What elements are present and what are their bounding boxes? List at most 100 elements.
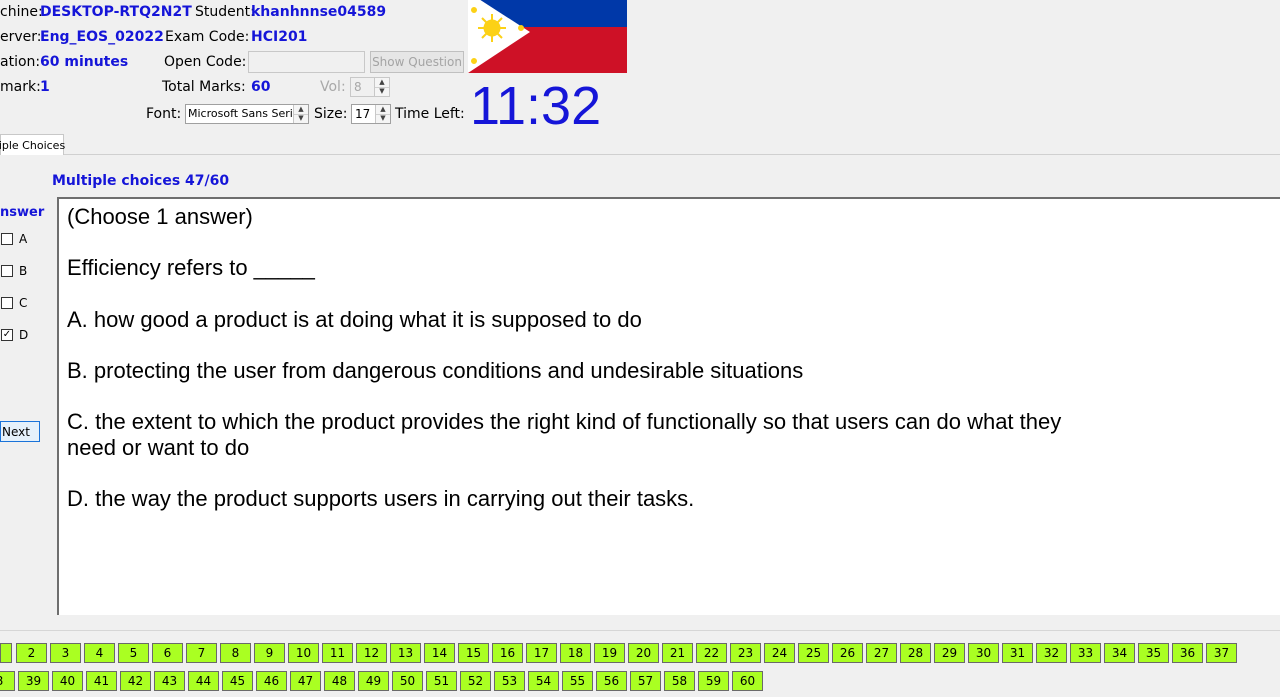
question-nav-button[interactable]: 60: [732, 671, 763, 691]
question-nav-button[interactable]: 45: [222, 671, 253, 691]
option-b-checkbox[interactable]: [1, 265, 13, 277]
question-nav-button[interactable]: 11: [322, 643, 353, 663]
exam-code-label: Exam Code:: [165, 29, 250, 45]
question-nav-button[interactable]: 37: [1206, 643, 1237, 663]
question-nav-button[interactable]: 46: [256, 671, 287, 691]
question-nav-button[interactable]: 20: [628, 643, 659, 663]
question-nav-button[interactable]: 51: [426, 671, 457, 691]
size-spin-buttons[interactable]: ▲ ▼: [375, 105, 390, 123]
question-nav-button[interactable]: 5: [118, 643, 149, 663]
question-nav-button[interactable]: 8: [0, 671, 15, 691]
mark-value: 1: [40, 79, 50, 95]
question-nav-button[interactable]: 10: [288, 643, 319, 663]
question-nav-button[interactable]: 14: [424, 643, 455, 663]
question-nav-button[interactable]: 39: [18, 671, 49, 691]
down-arrow-icon[interactable]: ▼: [294, 113, 308, 124]
question-nav-button[interactable]: 13: [390, 643, 421, 663]
answer-b-text: B. protecting the user from dangerous co…: [67, 358, 804, 383]
question-counter: Multiple choices 47/60: [52, 173, 230, 189]
question-nav-button[interactable]: 30: [968, 643, 999, 663]
question-nav-button[interactable]: 41: [86, 671, 117, 691]
option-b-label: B: [19, 264, 28, 278]
question-nav-button[interactable]: 22: [696, 643, 727, 663]
question-nav-button[interactable]: 8: [220, 643, 251, 663]
question-nav-button[interactable]: 47: [290, 671, 321, 691]
option-a-checkbox[interactable]: [1, 233, 13, 245]
question-nav-button[interactable]: 6: [152, 643, 183, 663]
question-nav-button[interactable]: 16: [492, 643, 523, 663]
question-nav-button[interactable]: 23: [730, 643, 761, 663]
font-label: Font:: [146, 106, 182, 122]
question-nav-button[interactable]: 34: [1104, 643, 1135, 663]
question-nav-button[interactable]: 28: [900, 643, 931, 663]
question-nav-button[interactable]: 12: [356, 643, 387, 663]
question-nav-button[interactable]: 40: [52, 671, 83, 691]
question-nav-button[interactable]: 53: [494, 671, 525, 691]
machine-label: chine:: [0, 4, 43, 20]
question-nav-button[interactable]: 50: [392, 671, 423, 691]
up-arrow-icon[interactable]: ▲: [376, 105, 390, 114]
question-nav-button[interactable]: 42: [120, 671, 151, 691]
answer-c-text-continued: need or want to do: [67, 435, 250, 460]
open-code-input[interactable]: [248, 51, 365, 73]
option-d-label: D: [19, 328, 29, 342]
server-label: erver:: [0, 29, 42, 45]
question-nav-button[interactable]: 7: [186, 643, 217, 663]
question-nav-button-partial[interactable]: [0, 643, 12, 663]
question-nav-button[interactable]: 58: [664, 671, 695, 691]
question-nav-button[interactable]: 26: [832, 643, 863, 663]
down-arrow-icon[interactable]: ▼: [376, 113, 390, 124]
question-nav-button[interactable]: 17: [526, 643, 557, 663]
question-nav-button[interactable]: 35: [1138, 643, 1169, 663]
question-nav-button[interactable]: 29: [934, 643, 965, 663]
question-nav-button[interactable]: 59: [698, 671, 729, 691]
font-spin-buttons[interactable]: ▲ ▼: [293, 105, 308, 123]
question-nav-button[interactable]: 49: [358, 671, 389, 691]
question-nav-button[interactable]: 3: [50, 643, 81, 663]
vol-spin-buttons[interactable]: ▲ ▼: [374, 78, 389, 96]
option-c-checkbox[interactable]: [1, 297, 13, 309]
vol-stepper[interactable]: 8 ▲ ▼: [350, 77, 390, 97]
question-nav-button[interactable]: 32: [1036, 643, 1067, 663]
down-arrow-icon[interactable]: ▼: [375, 86, 389, 97]
duration-value: 60 minutes: [40, 54, 129, 70]
question-nav-button[interactable]: 48: [324, 671, 355, 691]
question-nav-button[interactable]: 31: [1002, 643, 1033, 663]
option-d-checkbox[interactable]: ✓: [1, 329, 13, 341]
question-nav-button[interactable]: 57: [630, 671, 661, 691]
question-nav-button[interactable]: 19: [594, 643, 625, 663]
question-nav-button[interactable]: 44: [188, 671, 219, 691]
question-nav-button[interactable]: 9: [254, 643, 285, 663]
tab-strip-line: [0, 154, 1280, 155]
next-button[interactable]: Next: [0, 421, 40, 442]
font-select[interactable]: Microsoft Sans Serif ▲ ▼: [185, 104, 309, 124]
tab-multiple-choices[interactable]: iple Choices: [0, 134, 65, 155]
answer-d-text: D. the way the product supports users in…: [67, 486, 695, 511]
size-stepper[interactable]: 17 ▲ ▼: [351, 104, 391, 124]
question-nav-button[interactable]: 25: [798, 643, 829, 663]
question-nav-button[interactable]: 52: [460, 671, 491, 691]
question-nav-button[interactable]: 54: [528, 671, 559, 691]
question-nav-button[interactable]: 55: [562, 671, 593, 691]
checkmark-icon: ✓: [2, 329, 12, 340]
up-arrow-icon[interactable]: ▲: [294, 105, 308, 114]
font-value: Microsoft Sans Serif: [188, 107, 297, 120]
question-nav-button[interactable]: 21: [662, 643, 693, 663]
student-value: khanhnnse04589: [251, 4, 387, 20]
show-question-button[interactable]: Show Question: [370, 51, 464, 73]
question-nav-button[interactable]: 15: [458, 643, 489, 663]
question-nav-button[interactable]: 56: [596, 671, 627, 691]
open-code-label: Open Code:: [164, 54, 247, 70]
question-nav-button[interactable]: 36: [1172, 643, 1203, 663]
question-nav-button[interactable]: 18: [560, 643, 591, 663]
up-arrow-icon[interactable]: ▲: [375, 78, 389, 87]
question-nav-button[interactable]: 27: [866, 643, 897, 663]
size-label: Size:: [314, 106, 348, 122]
machine-value: DESKTOP-RTQ2N2T: [40, 4, 192, 20]
question-nav-button[interactable]: 2: [16, 643, 47, 663]
question-nav-button[interactable]: 24: [764, 643, 795, 663]
answer-a-text: A. how good a product is at doing what i…: [67, 307, 642, 332]
question-nav-button[interactable]: 33: [1070, 643, 1101, 663]
question-nav-button[interactable]: 4: [84, 643, 115, 663]
question-nav-button[interactable]: 43: [154, 671, 185, 691]
